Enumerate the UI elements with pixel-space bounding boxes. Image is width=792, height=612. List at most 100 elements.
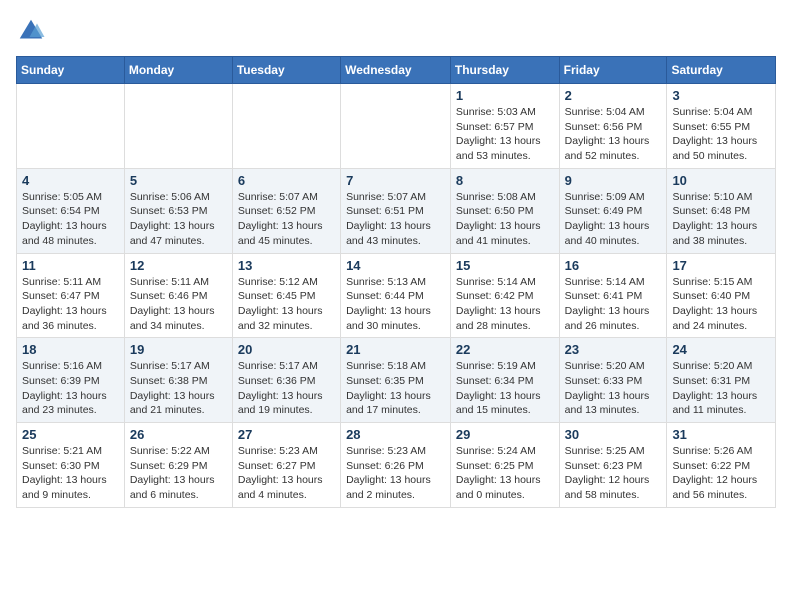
day-number: 24 xyxy=(672,342,770,357)
calendar-table: SundayMondayTuesdayWednesdayThursdayFrid… xyxy=(16,56,776,508)
calendar-cell: 24 Sunrise: 5:20 AM Sunset: 6:31 PM Dayli… xyxy=(667,338,776,423)
day-detail: Sunrise: 5:09 AM Sunset: 6:49 PM Dayligh… xyxy=(565,190,662,249)
day-number: 17 xyxy=(672,258,770,273)
day-detail: Sunrise: 5:20 AM Sunset: 6:33 PM Dayligh… xyxy=(565,359,662,418)
logo-icon xyxy=(16,16,46,46)
calendar-cell: 20 Sunrise: 5:17 AM Sunset: 6:36 PM Dayli… xyxy=(232,338,340,423)
day-number: 16 xyxy=(565,258,662,273)
day-detail: Sunrise: 5:21 AM Sunset: 6:30 PM Dayligh… xyxy=(22,444,119,503)
day-number: 27 xyxy=(238,427,335,442)
calendar-cell: 29 Sunrise: 5:24 AM Sunset: 6:25 PM Dayli… xyxy=(450,423,559,508)
day-detail: Sunrise: 5:16 AM Sunset: 6:39 PM Dayligh… xyxy=(22,359,119,418)
calendar-cell: 9 Sunrise: 5:09 AM Sunset: 6:49 PM Daylig… xyxy=(559,168,667,253)
day-number: 7 xyxy=(346,173,445,188)
day-detail: Sunrise: 5:19 AM Sunset: 6:34 PM Dayligh… xyxy=(456,359,554,418)
calendar-week-1: 1Sunrise: 5:03 AM Sunset: 6:57 PM Daylig… xyxy=(17,84,776,169)
header-sunday: Sunday xyxy=(17,57,125,84)
day-detail: Sunrise: 5:04 AM Sunset: 6:56 PM Dayligh… xyxy=(565,105,662,164)
calendar-cell xyxy=(341,84,451,169)
day-number: 22 xyxy=(456,342,554,357)
calendar-cell: 23Sunrise: 5:20 AM Sunset: 6:33 PM Dayli… xyxy=(559,338,667,423)
calendar-cell: 19 Sunrise: 5:17 AM Sunset: 6:38 PM Dayli… xyxy=(124,338,232,423)
calendar-cell: 4 Sunrise: 5:05 AM Sunset: 6:54 PM Daylig… xyxy=(17,168,125,253)
calendar-cell: 27 Sunrise: 5:23 AM Sunset: 6:27 PM Dayli… xyxy=(232,423,340,508)
day-number: 8 xyxy=(456,173,554,188)
day-number: 18 xyxy=(22,342,119,357)
day-number: 2 xyxy=(565,88,662,103)
day-detail: Sunrise: 5:26 AM Sunset: 6:22 PM Dayligh… xyxy=(672,444,770,503)
calendar-week-2: 4 Sunrise: 5:05 AM Sunset: 6:54 PM Daylig… xyxy=(17,168,776,253)
day-number: 25 xyxy=(22,427,119,442)
calendar-week-3: 11 Sunrise: 5:11 AM Sunset: 6:47 PM Dayli… xyxy=(17,253,776,338)
logo xyxy=(16,16,50,46)
header-thursday: Thursday xyxy=(450,57,559,84)
day-detail: Sunrise: 5:11 AM Sunset: 6:46 PM Dayligh… xyxy=(130,275,227,334)
day-detail: Sunrise: 5:17 AM Sunset: 6:38 PM Dayligh… xyxy=(130,359,227,418)
day-number: 26 xyxy=(130,427,227,442)
day-number: 28 xyxy=(346,427,445,442)
calendar-cell xyxy=(232,84,340,169)
calendar-cell: 17 Sunrise: 5:15 AM Sunset: 6:40 PM Dayli… xyxy=(667,253,776,338)
day-detail: Sunrise: 5:15 AM Sunset: 6:40 PM Dayligh… xyxy=(672,275,770,334)
calendar-cell: 30 Sunrise: 5:25 AM Sunset: 6:23 PM Dayli… xyxy=(559,423,667,508)
calendar-cell: 26 Sunrise: 5:22 AM Sunset: 6:29 PM Dayli… xyxy=(124,423,232,508)
day-number: 13 xyxy=(238,258,335,273)
day-number: 29 xyxy=(456,427,554,442)
day-number: 3 xyxy=(672,88,770,103)
header-tuesday: Tuesday xyxy=(232,57,340,84)
calendar-cell: 22 Sunrise: 5:19 AM Sunset: 6:34 PM Dayli… xyxy=(450,338,559,423)
day-number: 21 xyxy=(346,342,445,357)
day-detail: Sunrise: 5:23 AM Sunset: 6:27 PM Dayligh… xyxy=(238,444,335,503)
day-number: 1 xyxy=(456,88,554,103)
calendar-cell: 11 Sunrise: 5:11 AM Sunset: 6:47 PM Dayli… xyxy=(17,253,125,338)
day-number: 20 xyxy=(238,342,335,357)
day-detail: Sunrise: 5:12 AM Sunset: 6:45 PM Dayligh… xyxy=(238,275,335,334)
day-detail: Sunrise: 5:14 AM Sunset: 6:42 PM Dayligh… xyxy=(456,275,554,334)
calendar-cell xyxy=(17,84,125,169)
calendar-cell: 31Sunrise: 5:26 AM Sunset: 6:22 PM Dayli… xyxy=(667,423,776,508)
calendar-cell: 5 Sunrise: 5:06 AM Sunset: 6:53 PM Daylig… xyxy=(124,168,232,253)
calendar-cell: 1Sunrise: 5:03 AM Sunset: 6:57 PM Daylig… xyxy=(450,84,559,169)
day-number: 11 xyxy=(22,258,119,273)
day-number: 5 xyxy=(130,173,227,188)
day-number: 15 xyxy=(456,258,554,273)
calendar-cell: 2 Sunrise: 5:04 AM Sunset: 6:56 PM Daylig… xyxy=(559,84,667,169)
calendar-cell: 6Sunrise: 5:07 AM Sunset: 6:52 PM Daylig… xyxy=(232,168,340,253)
calendar-cell: 21 Sunrise: 5:18 AM Sunset: 6:35 PM Dayli… xyxy=(341,338,451,423)
day-detail: Sunrise: 5:08 AM Sunset: 6:50 PM Dayligh… xyxy=(456,190,554,249)
day-detail: Sunrise: 5:07 AM Sunset: 6:51 PM Dayligh… xyxy=(346,190,445,249)
calendar-cell: 3 Sunrise: 5:04 AM Sunset: 6:55 PM Daylig… xyxy=(667,84,776,169)
day-detail: Sunrise: 5:20 AM Sunset: 6:31 PM Dayligh… xyxy=(672,359,770,418)
calendar-cell: 18 Sunrise: 5:16 AM Sunset: 6:39 PM Dayli… xyxy=(17,338,125,423)
day-detail: Sunrise: 5:10 AM Sunset: 6:48 PM Dayligh… xyxy=(672,190,770,249)
header-saturday: Saturday xyxy=(667,57,776,84)
calendar-cell: 28 Sunrise: 5:23 AM Sunset: 6:26 PM Dayli… xyxy=(341,423,451,508)
day-number: 30 xyxy=(565,427,662,442)
calendar-cell: 15 Sunrise: 5:14 AM Sunset: 6:42 PM Dayli… xyxy=(450,253,559,338)
day-detail: Sunrise: 5:04 AM Sunset: 6:55 PM Dayligh… xyxy=(672,105,770,164)
day-detail: Sunrise: 5:22 AM Sunset: 6:29 PM Dayligh… xyxy=(130,444,227,503)
day-detail: Sunrise: 5:23 AM Sunset: 6:26 PM Dayligh… xyxy=(346,444,445,503)
day-detail: Sunrise: 5:07 AM Sunset: 6:52 PM Dayligh… xyxy=(238,190,335,249)
header-wednesday: Wednesday xyxy=(341,57,451,84)
day-detail: Sunrise: 5:18 AM Sunset: 6:35 PM Dayligh… xyxy=(346,359,445,418)
day-detail: Sunrise: 5:06 AM Sunset: 6:53 PM Dayligh… xyxy=(130,190,227,249)
day-number: 19 xyxy=(130,342,227,357)
day-detail: Sunrise: 5:11 AM Sunset: 6:47 PM Dayligh… xyxy=(22,275,119,334)
day-detail: Sunrise: 5:25 AM Sunset: 6:23 PM Dayligh… xyxy=(565,444,662,503)
calendar-week-5: 25 Sunrise: 5:21 AM Sunset: 6:30 PM Dayli… xyxy=(17,423,776,508)
page-header xyxy=(16,16,776,46)
calendar-cell: 12Sunrise: 5:11 AM Sunset: 6:46 PM Dayli… xyxy=(124,253,232,338)
calendar-cell: 16Sunrise: 5:14 AM Sunset: 6:41 PM Dayli… xyxy=(559,253,667,338)
day-detail: Sunrise: 5:17 AM Sunset: 6:36 PM Dayligh… xyxy=(238,359,335,418)
day-detail: Sunrise: 5:13 AM Sunset: 6:44 PM Dayligh… xyxy=(346,275,445,334)
day-number: 4 xyxy=(22,173,119,188)
day-number: 9 xyxy=(565,173,662,188)
calendar-cell: 7 Sunrise: 5:07 AM Sunset: 6:51 PM Daylig… xyxy=(341,168,451,253)
calendar-cell: 14Sunrise: 5:13 AM Sunset: 6:44 PM Dayli… xyxy=(341,253,451,338)
day-detail: Sunrise: 5:05 AM Sunset: 6:54 PM Dayligh… xyxy=(22,190,119,249)
day-detail: Sunrise: 5:24 AM Sunset: 6:25 PM Dayligh… xyxy=(456,444,554,503)
calendar-cell: 13 Sunrise: 5:12 AM Sunset: 6:45 PM Dayli… xyxy=(232,253,340,338)
calendar-cell xyxy=(124,84,232,169)
calendar-cell: 10Sunrise: 5:10 AM Sunset: 6:48 PM Dayli… xyxy=(667,168,776,253)
